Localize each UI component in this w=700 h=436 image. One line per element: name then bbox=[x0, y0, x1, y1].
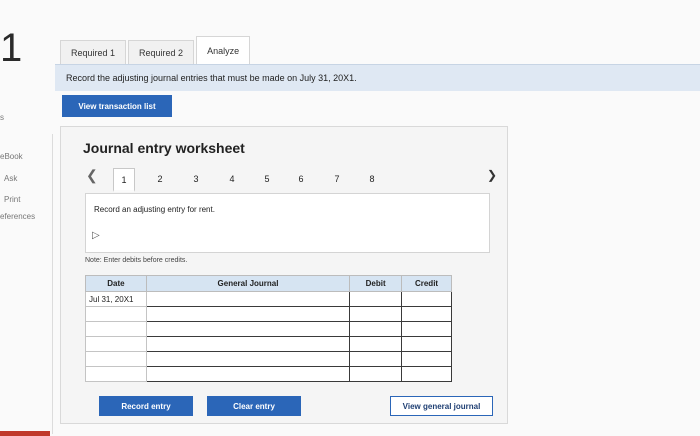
view-transaction-list-button[interactable]: View transaction list bbox=[62, 95, 172, 117]
debit-field[interactable] bbox=[349, 351, 403, 367]
record-entry-button[interactable]: Record entry bbox=[99, 396, 193, 416]
page-button-6[interactable]: 6 bbox=[290, 168, 312, 190]
table-row bbox=[85, 336, 452, 352]
tab-required-2[interactable]: Required 2 bbox=[128, 40, 195, 64]
tab-bar: Required 1 Required 2 Analyze bbox=[60, 36, 252, 64]
question-number: 1 bbox=[0, 26, 23, 70]
date-cell bbox=[85, 306, 147, 322]
tab-required-1[interactable]: Required 1 bbox=[60, 40, 127, 64]
table-row: Jul 31, 20X1 bbox=[85, 291, 452, 307]
debit-field[interactable] bbox=[349, 336, 403, 352]
date-cell bbox=[85, 366, 147, 382]
mouse-pointer-icon: ▷ bbox=[92, 230, 100, 241]
next-arrow-icon[interactable]: ❯ bbox=[487, 168, 497, 182]
sidebar-item-print[interactable]: Print bbox=[4, 195, 20, 204]
credit-column-header: Credit bbox=[401, 275, 452, 292]
page-button-4[interactable]: 4 bbox=[221, 168, 243, 190]
sidebar-fragment: s bbox=[0, 113, 4, 122]
journal-table: Date General Journal Debit Credit Jul 31… bbox=[85, 275, 452, 382]
entry-note: Note: Enter debits before credits. bbox=[85, 257, 188, 264]
date-cell bbox=[85, 351, 147, 367]
general-journal-column-header: General Journal bbox=[145, 275, 351, 292]
page-button-3[interactable]: 3 bbox=[185, 168, 207, 190]
credit-field[interactable] bbox=[401, 291, 452, 307]
date-cell bbox=[85, 321, 147, 337]
page-button-5[interactable]: 5 bbox=[256, 168, 278, 190]
date-column-header: Date bbox=[85, 275, 147, 292]
credit-field[interactable] bbox=[401, 351, 452, 367]
account-field[interactable] bbox=[145, 306, 351, 322]
debit-field[interactable] bbox=[349, 306, 403, 322]
tab-analyze[interactable]: Analyze bbox=[196, 36, 251, 64]
journal-worksheet-panel: Journal entry worksheet ❮ 1 2 3 4 5 6 7 … bbox=[60, 126, 508, 424]
credit-field[interactable] bbox=[401, 321, 452, 337]
entry-instruction: Record an adjusting entry for rent. bbox=[94, 205, 215, 214]
account-field[interactable] bbox=[145, 366, 351, 382]
credit-field[interactable] bbox=[401, 306, 452, 322]
account-field[interactable] bbox=[145, 321, 351, 337]
instruction-text: Record the adjusting journal entries tha… bbox=[66, 73, 357, 83]
bottom-accent bbox=[0, 431, 50, 436]
account-field[interactable] bbox=[145, 291, 351, 307]
clear-entry-button[interactable]: Clear entry bbox=[207, 396, 301, 416]
debit-column-header: Debit bbox=[349, 275, 403, 292]
debit-field[interactable] bbox=[349, 366, 403, 382]
date-cell: Jul 31, 20X1 bbox=[85, 291, 147, 307]
page-button-1[interactable]: 1 bbox=[113, 168, 135, 192]
page-button-8[interactable]: 8 bbox=[361, 168, 383, 190]
instruction-bar: Record the adjusting journal entries tha… bbox=[55, 64, 700, 91]
sidebar-item-references[interactable]: eferences bbox=[0, 212, 35, 221]
worksheet-title: Journal entry worksheet bbox=[83, 140, 245, 156]
debit-field[interactable] bbox=[349, 291, 403, 307]
entry-instruction-box: Record an adjusting entry for rent. ▷ bbox=[85, 193, 490, 253]
account-field[interactable] bbox=[145, 351, 351, 367]
table-row bbox=[85, 351, 452, 367]
date-cell bbox=[85, 336, 147, 352]
sidebar-item-ebook[interactable]: eBook bbox=[0, 152, 23, 161]
view-general-journal-button[interactable]: View general journal bbox=[390, 396, 493, 416]
sidebar-item-ask[interactable]: Ask bbox=[4, 174, 17, 183]
prev-arrow-icon[interactable]: ❮ bbox=[86, 167, 98, 184]
account-field[interactable] bbox=[145, 336, 351, 352]
page-button-7[interactable]: 7 bbox=[326, 168, 348, 190]
credit-field[interactable] bbox=[401, 366, 452, 382]
table-row bbox=[85, 306, 452, 322]
table-row bbox=[85, 366, 452, 382]
debit-field[interactable] bbox=[349, 321, 403, 337]
page-button-2[interactable]: 2 bbox=[149, 168, 171, 190]
table-row bbox=[85, 321, 452, 337]
sidebar-divider bbox=[52, 134, 53, 434]
credit-field[interactable] bbox=[401, 336, 452, 352]
